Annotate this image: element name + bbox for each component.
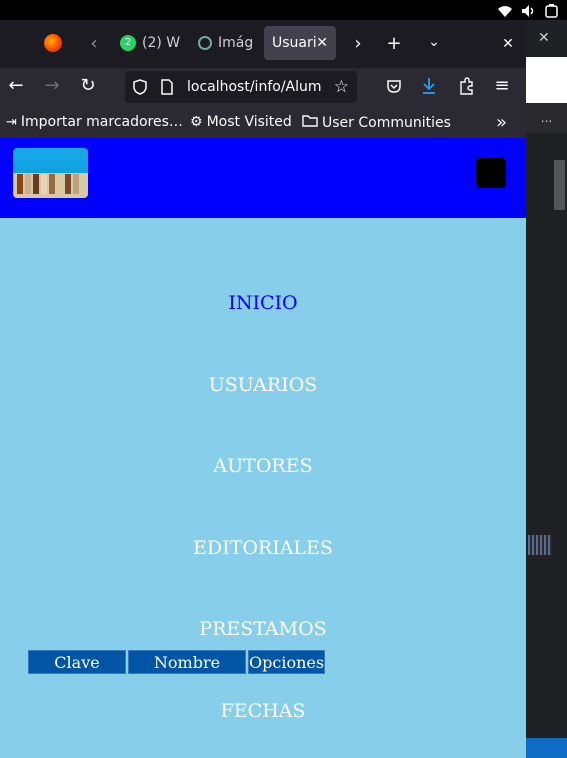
nav-link-editoriales[interactable]: EDITORIALES <box>0 537 526 559</box>
bookmark-label: User Communities <box>322 114 451 131</box>
url-bar[interactable]: localhost/info/Alum ☆ <box>125 71 357 103</box>
browser-window: ‹ 2 (2) W Imág Usuari ✕ › + ⌄ ✕ ← → ↻ lo… <box>0 20 526 758</box>
tab-label: (2) W <box>142 35 181 51</box>
tab-usuarios[interactable]: Usuari ✕ <box>264 26 336 60</box>
battery-icon[interactable] <box>545 3 559 18</box>
table-header-row: Clave Nombre Opciones <box>28 650 326 674</box>
import-icon: ⇥ <box>6 114 17 130</box>
downloads-icon[interactable] <box>421 77 437 95</box>
whatsapp-icon: 2 <box>120 35 136 51</box>
tab-images[interactable]: Imág <box>190 26 258 60</box>
column-header-opciones[interactable]: Opciones <box>248 650 326 674</box>
bookmark-label: Most Visited <box>206 114 292 130</box>
logo-book <box>25 174 31 194</box>
column-header-nombre[interactable]: Nombre <box>128 650 246 674</box>
navigation-bar: ← → ↻ localhost/info/Alum ☆ ≡ <box>0 68 526 108</box>
web-page: INICIO USUARIOS AUTORES EDITORIALES PRES… <box>0 138 526 758</box>
side-minimap <box>528 535 552 555</box>
pocket-icon[interactable] <box>386 78 402 94</box>
bookmarks-toolbar: ⇥ Importar marcadores… ⚙ Most Visited Us… <box>0 108 526 138</box>
users-table: Clave Nombre Opciones <box>26 648 327 676</box>
logo-book <box>65 174 71 194</box>
logo-book <box>33 174 39 194</box>
side-menu-button[interactable]: ... <box>526 103 567 133</box>
tab-label: Imág <box>218 35 254 51</box>
firefox-icon[interactable] <box>44 34 62 52</box>
app-menu-icon[interactable]: ≡ <box>492 76 512 96</box>
tab-bar: ‹ 2 (2) W Imág Usuari ✕ › + ⌄ ✕ <box>0 20 526 68</box>
nav-link-fechas[interactable]: FECHAS <box>0 700 526 722</box>
list-tabs-icon[interactable]: ⌄ <box>424 32 444 52</box>
site-header <box>0 138 526 218</box>
close-tab-icon[interactable]: ✕ <box>316 35 328 51</box>
back-icon[interactable]: ← <box>6 76 26 96</box>
close-window-icon[interactable]: ✕ <box>498 34 518 54</box>
gear-icon: ⚙ <box>190 114 203 130</box>
logo-book <box>73 174 79 194</box>
bookmark-import[interactable]: ⇥ Importar marcadores… <box>6 114 183 130</box>
side-scrollbar[interactable] <box>554 160 565 210</box>
logo-book <box>17 174 23 194</box>
column-header-clave[interactable]: Clave <box>28 650 126 674</box>
nav-link-usuarios[interactable]: USUARIOS <box>0 374 526 396</box>
os-top-bar <box>0 0 567 20</box>
extensions-icon[interactable] <box>458 77 474 95</box>
page-icon <box>161 79 173 95</box>
system-tray <box>497 0 559 20</box>
tab-label: Usuari <box>272 35 317 51</box>
notification-bell-icon[interactable] <box>526 738 567 758</box>
side-window: ✕ ... <box>526 20 567 758</box>
forward-icon[interactable]: → <box>42 76 62 96</box>
nav-link-autores[interactable]: AUTORES <box>0 455 526 477</box>
nav-link-prestamos[interactable]: PRESTAMOS <box>0 618 526 640</box>
folder-icon <box>302 114 318 131</box>
url-text[interactable]: localhost/info/Alum <box>187 79 327 95</box>
menu-toggle-button[interactable] <box>476 158 506 188</box>
tabs-scroll-left-icon[interactable]: ‹ <box>84 34 104 54</box>
wifi-icon[interactable] <box>497 3 512 17</box>
tab-whatsapp[interactable]: 2 (2) W <box>112 26 184 60</box>
nav-link-inicio[interactable]: INICIO <box>0 292 526 314</box>
close-side-icon[interactable]: ✕ <box>538 30 550 46</box>
logo-book <box>49 174 55 194</box>
tabs-scroll-right-icon[interactable]: › <box>348 34 368 54</box>
site-logo[interactable] <box>13 148 88 198</box>
logo-book <box>41 174 47 194</box>
chatgpt-icon <box>198 36 212 50</box>
bookmark-most-visited[interactable]: ⚙ Most Visited <box>190 114 292 130</box>
bookmark-user-communities[interactable]: User Communities <box>302 114 451 131</box>
new-tab-icon[interactable]: + <box>384 34 404 54</box>
more-bookmarks-icon[interactable]: » <box>496 112 507 133</box>
shield-icon[interactable] <box>133 79 147 95</box>
logo-book <box>57 174 63 194</box>
bookmark-label: Importar marcadores… <box>20 114 183 130</box>
side-panel-light <box>526 57 567 103</box>
reload-icon[interactable]: ↻ <box>78 76 98 96</box>
volume-icon[interactable] <box>521 3 535 17</box>
bookmark-star-icon[interactable]: ☆ <box>334 77 349 97</box>
